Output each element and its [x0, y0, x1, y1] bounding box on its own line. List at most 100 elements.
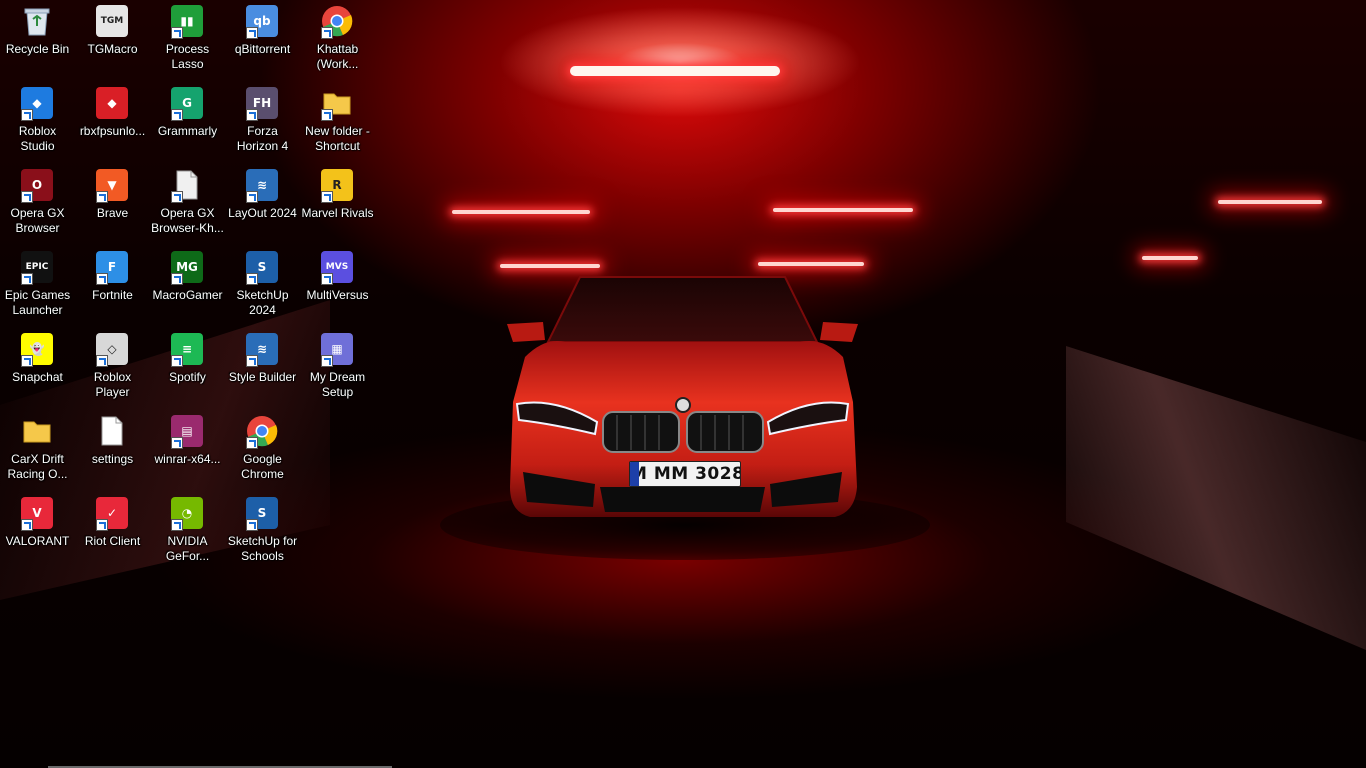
- shortcut-arrow-icon: [246, 27, 258, 39]
- shortcut-arrow-icon: [171, 437, 183, 449]
- desktop-shortcut[interactable]: ▦ My Dream Setup: [300, 328, 375, 408]
- desktop-shortcut[interactable]: ◆ Roblox Studio: [0, 82, 75, 162]
- shortcut-arrow-icon: [246, 355, 258, 367]
- shortcut-arrow-icon: [246, 519, 258, 531]
- desktop-shortcut-label: New folder - Shortcut: [305, 124, 370, 153]
- desktop-shortcut-label: Recycle Bin: [5, 42, 70, 56]
- shortcut-arrow-icon: [21, 273, 33, 285]
- shortcut-arrow-icon: [321, 27, 333, 39]
- desktop-shortcut-label: Google Chrome: [241, 452, 284, 481]
- desktop-shortcut-label: Opera GX Browser: [10, 206, 65, 235]
- desktop-shortcut[interactable]: qb qBittorrent: [225, 0, 300, 80]
- shortcut-arrow-icon: [321, 109, 333, 121]
- desktop-shortcut[interactable]: V VALORANT: [0, 492, 75, 572]
- shortcut-arrow-icon: [171, 519, 183, 531]
- shortcut-arrow-icon: [21, 355, 33, 367]
- ceiling-light: [570, 66, 780, 76]
- desktop-shortcut[interactable]: EPIC Epic Games Launcher: [0, 246, 75, 326]
- desktop-shortcut-label: Grammarly: [157, 124, 218, 138]
- desktop-shortcut-label: SketchUp 2024: [236, 288, 289, 317]
- desktop-shortcut-label: Khattab (Work...: [316, 42, 359, 71]
- desktop-shortcut[interactable]: 👻 Snapchat: [0, 328, 75, 408]
- desktop-shortcut-label: MacroGamer: [152, 288, 223, 302]
- desktop-shortcut[interactable]: FH Forza Horizon 4: [225, 82, 300, 162]
- shortcut-arrow-icon: [171, 27, 183, 39]
- desktop-shortcut-label: MultiVersus: [306, 288, 369, 302]
- desktop-shortcut[interactable]: CarX Drift Racing O...: [0, 410, 75, 490]
- desktop-shortcut-label: Brave: [96, 206, 129, 220]
- desktop-shortcut[interactable]: Khattab (Work...: [300, 0, 375, 80]
- desktop-shortcut[interactable]: MG MacroGamer: [150, 246, 225, 326]
- shortcut-arrow-icon: [96, 519, 108, 531]
- desktop-shortcut[interactable]: Opera GX Browser-Kh...: [150, 164, 225, 244]
- shortcut-arrow-icon: [21, 109, 33, 121]
- desktop-shortcut-label: Epic Games Launcher: [4, 288, 71, 317]
- desktop-shortcut-label: Marvel Rivals: [301, 206, 374, 220]
- shortcut-arrow-icon: [246, 437, 258, 449]
- recycle-bin-icon: [21, 5, 53, 37]
- desktop-shortcut[interactable]: ◔ NVIDIA GeFor...: [150, 492, 225, 572]
- shortcut-arrow-icon: [321, 191, 333, 203]
- desktop-shortcut-label: My Dream Setup: [309, 370, 366, 399]
- shortcut-arrow-icon: [321, 355, 333, 367]
- shortcut-arrow-icon: [171, 109, 183, 121]
- rbxfpsunlocker-icon: ◆: [96, 87, 128, 119]
- desktop-shortcut[interactable]: ▤ winrar-x64...: [150, 410, 225, 490]
- shortcut-arrow-icon: [96, 191, 108, 203]
- desktop-shortcut[interactable]: Google Chrome: [225, 410, 300, 490]
- desktop-shortcut[interactable]: S SketchUp 2024: [225, 246, 300, 326]
- ceiling-light: [773, 208, 913, 212]
- file-icon: [96, 415, 128, 447]
- desktop-shortcut[interactable]: R Marvel Rivals: [300, 164, 375, 244]
- desktop-shortcut[interactable]: MVS MultiVersus: [300, 246, 375, 326]
- desktop-shortcut[interactable]: settings: [75, 410, 150, 490]
- desktop-shortcut-label: Riot Client: [84, 534, 141, 548]
- shortcut-arrow-icon: [246, 273, 258, 285]
- shortcut-arrow-icon: [96, 273, 108, 285]
- desktop-shortcut[interactable]: ✓ Riot Client: [75, 492, 150, 572]
- car-image: [507, 276, 858, 517]
- desktop-shortcut-label: NVIDIA GeFor...: [165, 534, 210, 563]
- desktop-shortcut[interactable]: ≋ Style Builder: [225, 328, 300, 408]
- desktop-shortcut[interactable]: F Fortnite: [75, 246, 150, 326]
- desktop-shortcut[interactable]: ≋ LayOut 2024: [225, 164, 300, 244]
- desktop-shortcut-label: settings: [91, 452, 134, 466]
- desktop-shortcut[interactable]: ◆ rbxfpsunlo...: [75, 82, 150, 162]
- desktop-shortcut-label: Style Builder: [228, 370, 297, 384]
- tgmacro-icon: TGM: [96, 5, 128, 37]
- desktop-shortcut[interactable]: Recycle Bin: [0, 0, 75, 80]
- ceiling-light: [1218, 200, 1322, 204]
- desktop-shortcut[interactable]: TGM TGMacro: [75, 0, 150, 80]
- shortcut-arrow-icon: [321, 273, 333, 285]
- desktop-shortcut-label: LayOut 2024: [228, 206, 297, 220]
- shortcut-arrow-icon: [96, 355, 108, 367]
- desktop-shortcut-label: qBittorrent: [234, 42, 291, 56]
- ceiling-light: [1142, 256, 1198, 260]
- desktop-shortcut-label: TGMacro: [87, 42, 138, 56]
- desktop-shortcut[interactable]: O Opera GX Browser: [0, 164, 75, 244]
- desktop-shortcut[interactable]: G Grammarly: [150, 82, 225, 162]
- desktop-shortcut[interactable]: ≡ Spotify: [150, 328, 225, 408]
- desktop[interactable]: M MM 3028 Recycle Bin TGM TGMacro ▮▮ Process…: [0, 0, 1366, 768]
- desktop-shortcut-label: Roblox Player: [93, 370, 132, 399]
- desktop-shortcut-label: Fortnite: [92, 288, 133, 302]
- desktop-shortcut-label: Roblox Studio: [18, 124, 57, 153]
- ceiling-light: [452, 210, 590, 214]
- shortcut-arrow-icon: [21, 191, 33, 203]
- desktop-shortcut[interactable]: ▼ Brave: [75, 164, 150, 244]
- desktop-shortcut-label: CarX Drift Racing O...: [7, 452, 68, 481]
- shortcut-arrow-icon: [246, 109, 258, 121]
- desktop-shortcut-label: Snapchat: [12, 370, 63, 384]
- shortcut-arrow-icon: [21, 519, 33, 531]
- desktop-shortcut-label: VALORANT: [5, 534, 70, 548]
- shortcut-arrow-icon: [171, 273, 183, 285]
- desktop-shortcut[interactable]: New folder - Shortcut: [300, 82, 375, 162]
- desktop-shortcut[interactable]: ▮▮ Process Lasso: [150, 0, 225, 80]
- shortcut-arrow-icon: [171, 355, 183, 367]
- shortcut-arrow-icon: [171, 191, 183, 203]
- garage-wall-right: [1066, 346, 1366, 650]
- desktop-shortcut[interactable]: S SketchUp for Schools: [225, 492, 300, 572]
- desktop-shortcut[interactable]: ◇ Roblox Player: [75, 328, 150, 408]
- desktop-shortcut-label: SketchUp for Schools: [227, 534, 298, 563]
- license-plate: M MM 3028: [629, 461, 741, 487]
